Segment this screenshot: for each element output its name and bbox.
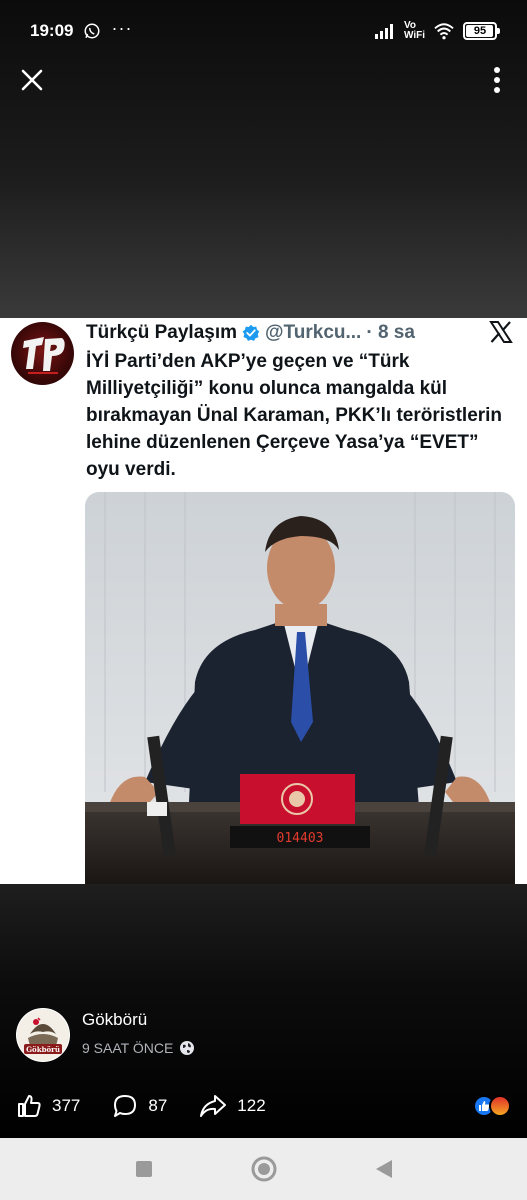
post-meta: 9 SAAT ÖNCE xyxy=(82,1040,195,1056)
status-right: Vo WiFi 95 xyxy=(374,21,500,41)
tweet-photo[interactable]: 014403 xyxy=(85,492,515,884)
share-button[interactable]: 122 xyxy=(199,1093,266,1119)
page-name[interactable]: Gökbörü xyxy=(82,1010,147,1030)
status-time: 19:09 xyxy=(30,21,74,40)
status-left: 19:09 ··· xyxy=(30,17,133,41)
more-options-button[interactable] xyxy=(485,62,509,98)
back-button[interactable] xyxy=(324,1138,444,1200)
thumbs-up-icon xyxy=(18,1095,41,1117)
signal-icon xyxy=(374,24,393,39)
system-navigation-bar xyxy=(0,1138,527,1200)
page-avatar-text: Gökbörü xyxy=(26,1045,60,1054)
comment-button[interactable]: 87 xyxy=(112,1093,167,1119)
podium-counter: 014403 xyxy=(277,831,324,846)
comment-count: 87 xyxy=(148,1096,168,1115)
comment-icon xyxy=(114,1095,137,1117)
recents-button[interactable] xyxy=(84,1138,204,1200)
tweet-author-name[interactable]: Türkçü Paylaşım xyxy=(86,322,237,344)
like-button[interactable]: 377 xyxy=(16,1093,80,1119)
turkcu-logo-icon xyxy=(22,336,65,374)
close-icon xyxy=(21,69,43,91)
tweet-author-avatar[interactable] xyxy=(11,322,74,385)
angry-reaction-icon xyxy=(489,1095,511,1117)
share-count: 122 xyxy=(237,1096,266,1115)
square-icon xyxy=(135,1161,152,1177)
page-avatar[interactable]: Gökbörü xyxy=(16,1008,70,1062)
tweet-timestamp: · 8 sa xyxy=(366,322,415,343)
close-button[interactable] xyxy=(14,62,50,98)
post-actions-bar: 377 87 122 xyxy=(16,1088,511,1124)
battery-indicator: 95 xyxy=(463,22,500,40)
reaction-summary[interactable] xyxy=(473,1095,511,1117)
vowifi-label: Vo WiFi xyxy=(404,21,425,41)
notification-dots: ··· xyxy=(111,17,133,38)
share-icon xyxy=(200,1095,227,1117)
like-count: 377 xyxy=(52,1096,81,1115)
tweet-text: İYİ Parti’den AKP’ye geçen ve “Türk Mill… xyxy=(86,351,503,480)
circle-icon xyxy=(251,1156,276,1182)
tweet-author-line: Türkçü Paylaşım @Turkcu... · 8 sa xyxy=(86,320,415,346)
x-logo-icon xyxy=(489,321,513,343)
more-vertical-icon xyxy=(494,67,500,93)
verified-badge-icon xyxy=(242,324,260,341)
vowifi-bottom: WiFi xyxy=(403,30,425,41)
whatsapp-icon xyxy=(84,23,100,39)
tweet-author-handle[interactable]: @Turkcu... xyxy=(265,322,361,344)
gokboru-logo-icon: Gökbörü xyxy=(17,1009,69,1061)
battery-level: 95 xyxy=(473,25,487,37)
triangle-back-icon xyxy=(375,1160,392,1178)
globe-icon xyxy=(180,1041,195,1055)
tweet-card[interactable]: Türkçü Paylaşım @Turkcu... · 8 sa İYİ Pa… xyxy=(0,318,527,884)
parliament-speaker-photo: 014403 xyxy=(85,492,515,884)
wifi-icon xyxy=(434,23,454,40)
status-bar: 19:09 ··· Vo WiFi 95 xyxy=(0,0,527,62)
home-button[interactable] xyxy=(204,1138,324,1200)
post-time: 9 SAAT ÖNCE xyxy=(82,1040,174,1056)
